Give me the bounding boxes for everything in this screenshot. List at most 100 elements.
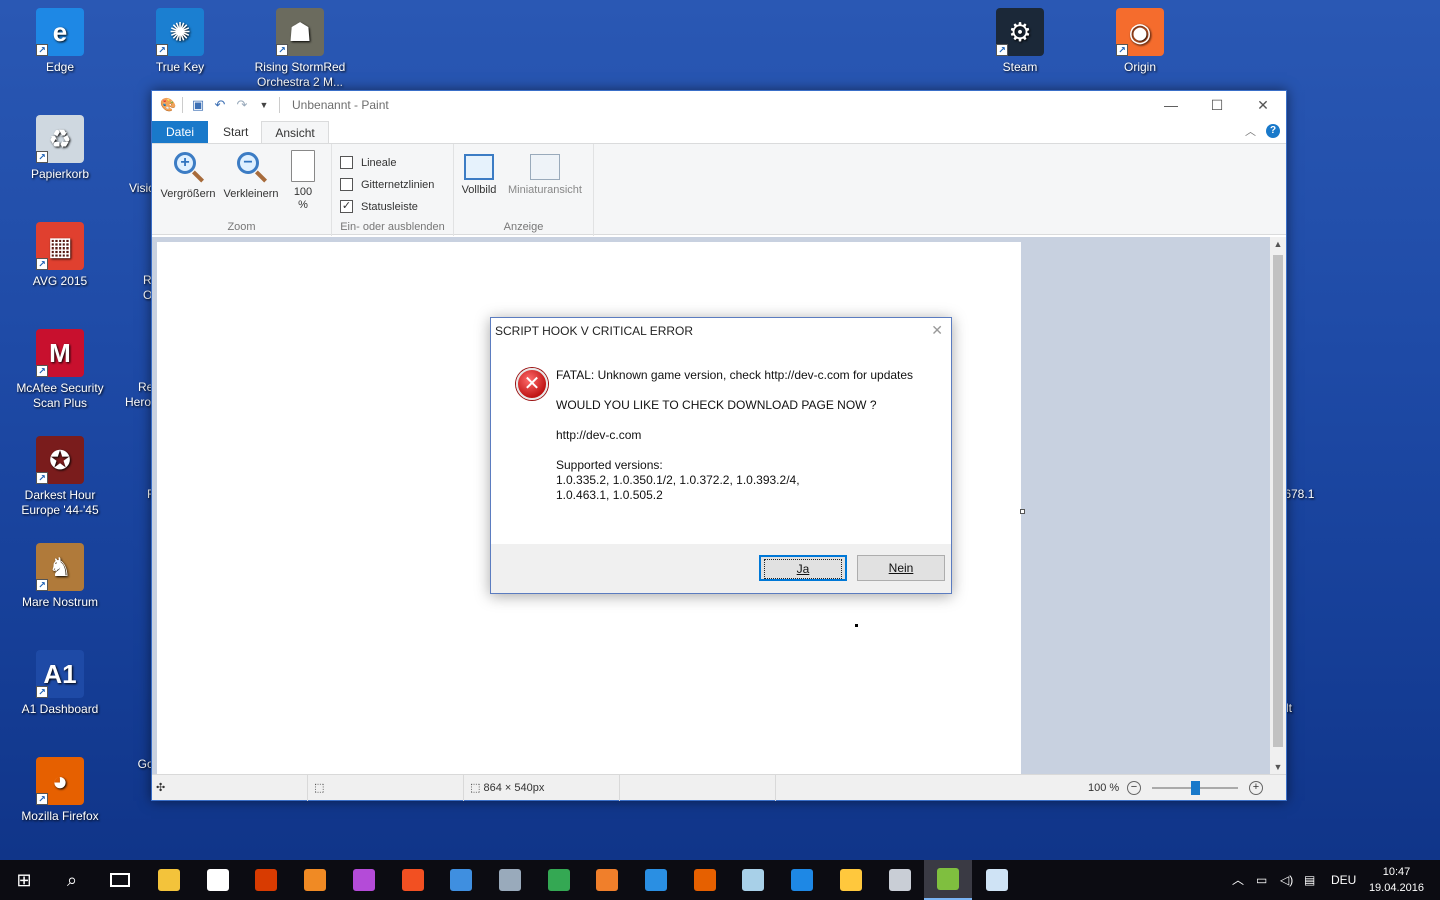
zoom-out-small-button[interactable]: − xyxy=(1127,781,1141,795)
tab-datei[interactable]: Datei xyxy=(152,121,209,143)
yes-button[interactable]: Ja xyxy=(759,555,847,581)
zoom-out-button[interactable]: − Verkleinern xyxy=(219,150,283,201)
clipped-desktop-label: Hero xyxy=(125,395,152,409)
scroll-thumb[interactable] xyxy=(1273,255,1283,747)
fullscreen-button[interactable]: Vollbild xyxy=(456,150,502,197)
taskbar-app-app-orange[interactable] xyxy=(291,860,339,900)
zoom-slider[interactable] xyxy=(1152,781,1238,795)
desktop-icon[interactable]: M ↗ McAfee Security Scan Plus xyxy=(5,329,115,411)
show-hide-group-label: Ein- oder ausblenden xyxy=(340,221,445,233)
scroll-up-icon[interactable]: ▲ xyxy=(1270,239,1286,249)
store-icon xyxy=(206,869,229,891)
taskbar-app-app-yellow[interactable] xyxy=(827,860,875,900)
url-line: http://dev-c.com xyxy=(556,428,642,442)
maximize-button[interactable]: ☐ xyxy=(1194,91,1240,119)
zoom-level: 100 % xyxy=(1088,782,1120,794)
language-indicator[interactable]: DEU xyxy=(1331,860,1356,900)
tab-ansicht[interactable]: Ansicht xyxy=(261,121,329,143)
network-icon[interactable]: ▭ xyxy=(1256,860,1267,900)
taskbar-app-firefox[interactable] xyxy=(681,860,729,900)
undo-icon[interactable]: ↶ xyxy=(213,98,227,112)
cursor-position-segment: ✣ xyxy=(152,775,308,801)
redo-icon[interactable]: ↷ xyxy=(235,98,249,112)
desktop-icon[interactable]: ♞ ↗ Mare Nostrum xyxy=(5,543,115,610)
minimize-button[interactable]: — xyxy=(1148,91,1194,119)
show-hidden-icons[interactable]: ︿ xyxy=(1232,860,1244,900)
file-explorer-icon xyxy=(158,869,180,891)
desktop-icon[interactable]: ♻ ↗ Papierkorb xyxy=(5,115,115,182)
chrome-icon xyxy=(547,869,570,891)
taskbar-app-app-gray[interactable] xyxy=(876,860,924,900)
paint-app-icon[interactable]: 🎨 xyxy=(160,98,176,112)
shortcut-arrow-icon: ↗ xyxy=(36,258,48,270)
desktop-icon-image: A1 ↗ xyxy=(36,650,84,698)
size-segment: ⬚ 864 × 540px xyxy=(464,775,620,801)
shortcut-arrow-icon: ↗ xyxy=(276,44,288,56)
taskbar-app-store[interactable] xyxy=(194,860,242,900)
versions-line: 1.0.463.1, 1.0.505.2 xyxy=(556,488,663,502)
no-button[interactable]: Nein xyxy=(857,555,945,581)
dialog-close-icon[interactable]: ✕ xyxy=(931,322,943,339)
customize-quick-access-icon[interactable]: ▼ xyxy=(257,98,271,112)
desktop-icon[interactable]: ⚙ ↗ Steam xyxy=(965,8,1075,75)
status-bar: ✣ ⬚ ⬚ 864 × 540px 100 % − + xyxy=(152,774,1286,801)
clock[interactable]: 10:47 19.04.2016 xyxy=(1369,864,1424,896)
taskbar-app-file-explorer[interactable] xyxy=(145,860,193,900)
taskbar-app-chrome[interactable] xyxy=(535,860,583,900)
thumbnail-button[interactable]: Miniaturansicht xyxy=(504,150,586,197)
help-icon[interactable]: ? xyxy=(1266,124,1280,138)
fullscreen-icon xyxy=(464,154,494,180)
search-button[interactable]: ⌕ xyxy=(48,860,96,900)
desktop-icon-image: ☗ ↗ xyxy=(276,8,324,56)
window-title: Unbenannt - Paint xyxy=(292,98,389,112)
selection-icon: ⬚ xyxy=(314,782,325,794)
zoom-slider-thumb[interactable] xyxy=(1191,781,1200,795)
action-center-icon[interactable]: ▤ xyxy=(1304,860,1315,900)
taskbar-app-edge[interactable] xyxy=(778,860,826,900)
zoom-in-button[interactable]: + Vergrößern xyxy=(158,150,218,201)
statusbar-checkbox[interactable]: ✓ Statusleiste xyxy=(340,200,418,213)
desktop-icon[interactable]: ◉ ↗ Origin xyxy=(1085,8,1195,75)
task-view-button[interactable] xyxy=(96,860,144,900)
desktop-icon[interactable]: ☗ ↗ Rising StormRed Orchestra 2 M... xyxy=(245,8,355,90)
rulers-checkbox[interactable]: Lineale xyxy=(340,156,396,169)
zoom-100-button[interactable]: 100 % xyxy=(286,150,320,212)
save-icon[interactable]: ▣ xyxy=(191,98,205,112)
taskbar-app-internet-explorer[interactable] xyxy=(632,860,680,900)
gridlines-checkbox[interactable]: Gitternetzlinien xyxy=(340,178,434,191)
taskbar-app-gta-v[interactable] xyxy=(924,860,973,900)
desktop-icon-label: Edge xyxy=(45,60,75,74)
collapse-ribbon-icon[interactable]: ︿ xyxy=(1245,123,1256,139)
start-button[interactable]: ⊞ xyxy=(0,860,48,900)
vertical-scrollbar[interactable]: ▲ ▼ xyxy=(1270,237,1286,774)
volume-icon[interactable]: ◁) xyxy=(1280,860,1293,900)
taskbar-app-paint[interactable] xyxy=(973,860,1021,900)
taskbar-app-app-blue-circle[interactable] xyxy=(437,860,485,900)
tab-start[interactable]: Start xyxy=(210,121,261,143)
desktop-icon[interactable]: ▦ ↗ AVG 2015 xyxy=(5,222,115,289)
close-button[interactable]: ✕ xyxy=(1240,91,1286,119)
windows-tiles-icon xyxy=(401,869,424,891)
taskbar-app-app-paper[interactable] xyxy=(729,860,777,900)
ribbon: + Vergrößern − Verkleinern 100 % Zoom Li… xyxy=(152,143,1286,236)
taskbar-app-windows-tiles[interactable] xyxy=(389,860,437,900)
desktop-icon[interactable]: ◕ ↗ Mozilla Firefox xyxy=(5,757,115,824)
shortcut-arrow-icon: ↗ xyxy=(36,579,48,591)
taskbar-app-office[interactable] xyxy=(242,860,290,900)
desktop-icon-image: ▦ ↗ xyxy=(36,222,84,270)
shortcut-arrow-icon: ↗ xyxy=(996,44,1008,56)
taskbar-app-media-player[interactable] xyxy=(583,860,631,900)
taskbar-app-app-gray-circle[interactable] xyxy=(486,860,534,900)
zoom-in-small-button[interactable]: + xyxy=(1249,781,1263,795)
clock-date: 19.04.2016 xyxy=(1368,882,1424,894)
desktop-icon[interactable]: e ↗ Edge xyxy=(5,8,115,75)
zoom-in-icon: + xyxy=(174,152,196,174)
desktop-icon[interactable]: ✪ ↗ Darkest Hour Europe '44-'45 xyxy=(5,436,115,518)
scroll-down-icon[interactable]: ▼ xyxy=(1270,762,1286,772)
taskbar-app-app-colorful[interactable] xyxy=(340,860,388,900)
resize-handle[interactable] xyxy=(1020,509,1025,514)
desktop-icon[interactable]: ✺ ↗ True Key xyxy=(125,8,235,75)
error-icon: ✕ xyxy=(516,368,548,400)
desktop-icon[interactable]: A1 ↗ A1 Dashboard xyxy=(5,650,115,717)
desktop-icon-label: Mare Nostrum xyxy=(21,595,98,609)
